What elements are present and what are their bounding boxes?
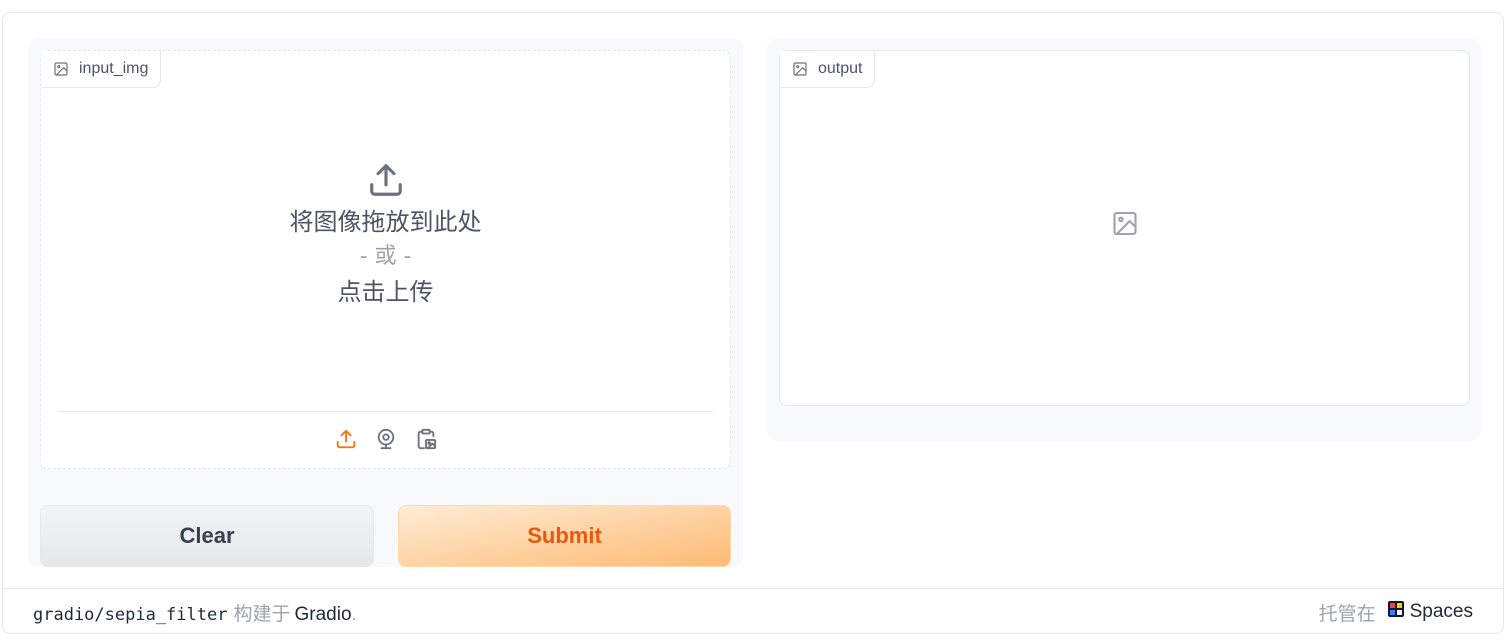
image-icon (792, 61, 808, 77)
click-upload-text: 点击上传 (337, 278, 434, 306)
footer: gradio/sepia_filter 构建于 Gradio . 托管在 Spa… (3, 588, 1503, 633)
spaces-link[interactable]: Spaces (1410, 601, 1473, 623)
image-icon (53, 61, 69, 77)
output-column: output (767, 38, 1481, 441)
output-image-panel: output (779, 50, 1470, 406)
hosted-on-text: 托管在 (1318, 602, 1376, 625)
upload-icon[interactable] (334, 427, 358, 451)
built-with-text: 构建于 (233, 602, 291, 625)
clipboard-icon[interactable] (414, 427, 438, 451)
drop-area[interactable]: 将图像拖放到此处 - 或 - 点击上传 (41, 161, 730, 309)
input-column: input_img 将图像拖放到此处 - 或 - 点击上传 Clear Subm… (28, 38, 743, 567)
submit-button[interactable]: Submit (398, 505, 731, 567)
input-label-text: input_img (79, 60, 149, 77)
drop-instruction: 将图像拖放到此处 (289, 208, 482, 236)
image-placeholder-icon (1111, 210, 1139, 243)
source-selector (41, 427, 730, 451)
footer-dot: . (351, 603, 357, 625)
app-frame: input_img 将图像拖放到此处 - 或 - 点击上传 Clear Subm… (2, 12, 1504, 634)
source-divider (58, 411, 713, 412)
image-upload-dropzone[interactable]: input_img 将图像拖放到此处 - 或 - 点击上传 (40, 50, 731, 469)
repo-name: gradio/sepia_filter (33, 604, 228, 625)
or-separator: - 或 - (359, 244, 412, 269)
footer-hosting: 托管在 Spaces (1319, 599, 1473, 626)
spaces-logo-icon[interactable] (1387, 601, 1404, 623)
output-image-label: output (780, 51, 876, 88)
webcam-icon[interactable] (374, 427, 398, 451)
upload-large-icon (41, 161, 730, 199)
footer-credits: gradio/sepia_filter 构建于 Gradio . (33, 599, 357, 626)
input-image-label: input_img (41, 51, 162, 88)
gradio-link[interactable]: Gradio (294, 604, 351, 626)
clear-button[interactable]: Clear (40, 505, 374, 567)
output-label-text: output (818, 60, 863, 77)
